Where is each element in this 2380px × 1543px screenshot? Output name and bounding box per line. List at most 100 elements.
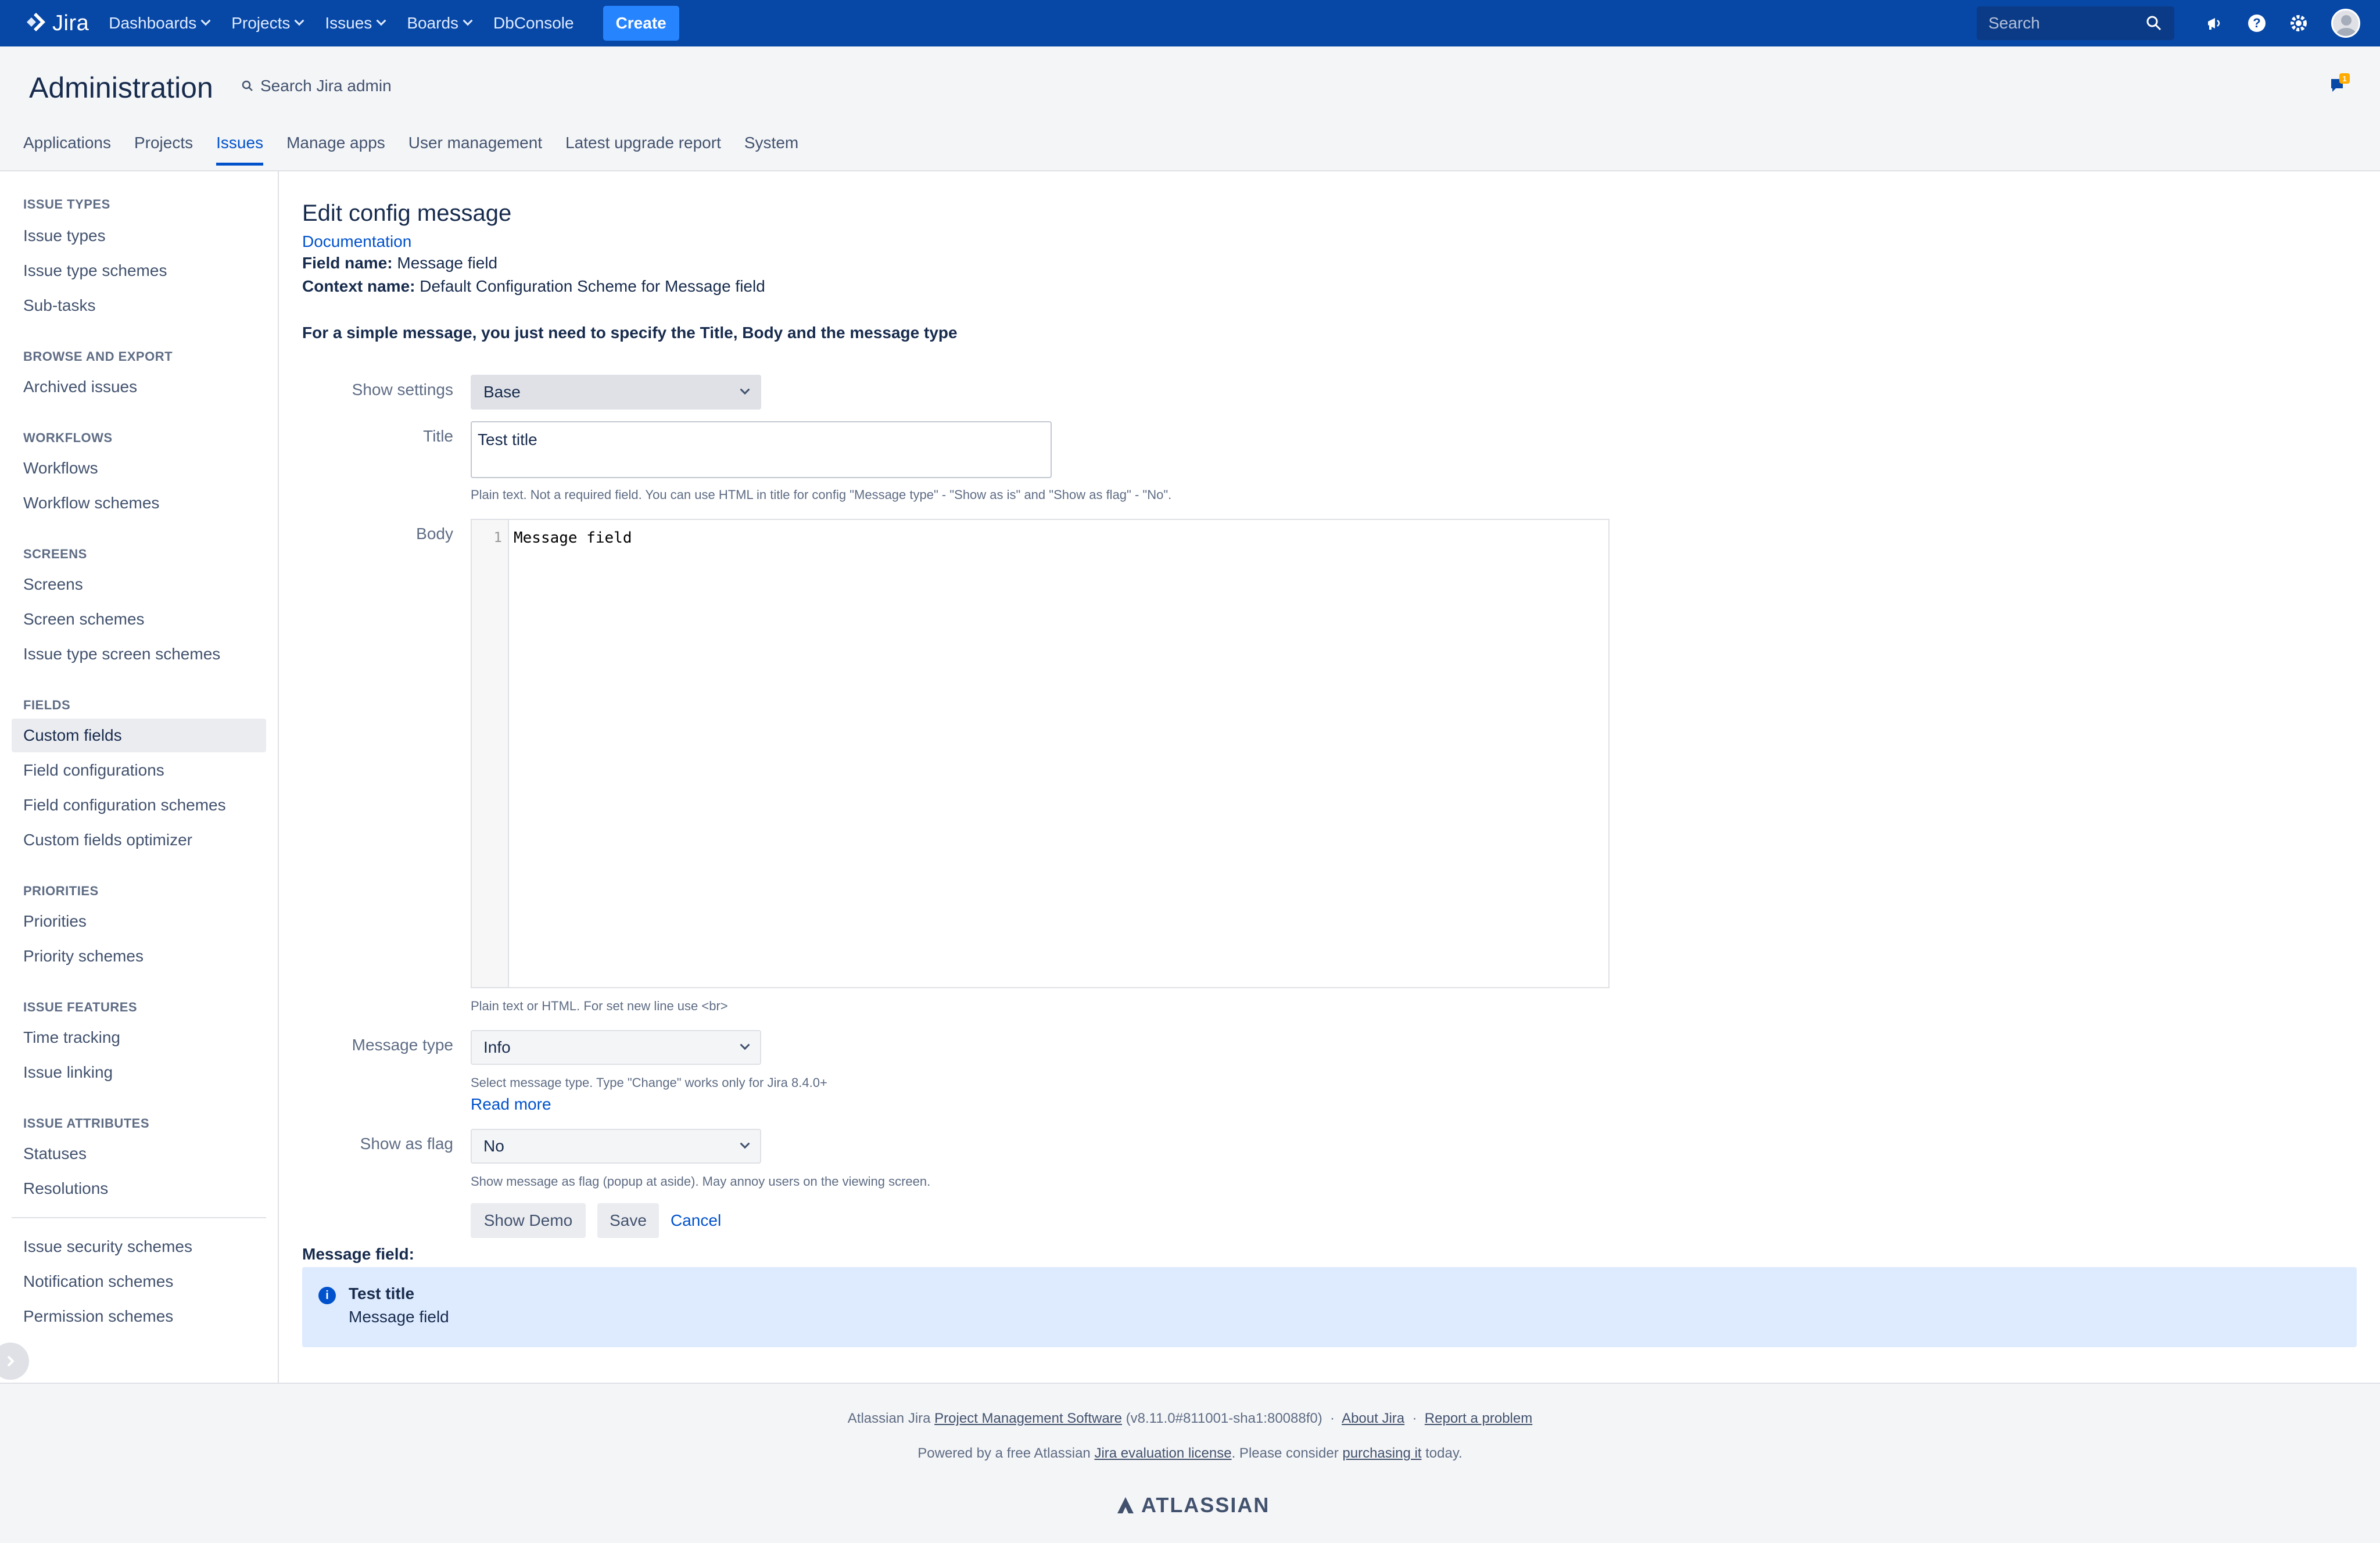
sidebar-item-time-tracking[interactable]: Time tracking [12, 1021, 266, 1054]
title-textarea[interactable]: Test title [471, 421, 1052, 478]
sidebar-item-workflows[interactable]: Workflows [12, 451, 266, 485]
read-more-link[interactable]: Read more [471, 1095, 551, 1114]
chevron-down-icon [740, 1139, 750, 1149]
search-icon [2146, 16, 2162, 31]
nav-dashboards[interactable]: Dashboards [109, 14, 211, 33]
top-navigation-bar: Jira Dashboards Projects Issues Boards D… [0, 0, 2380, 46]
sidebar-section-issue-features: ISSUE FEATURES [23, 1000, 138, 1014]
sidebar-item-screens[interactable]: Screens [12, 568, 266, 601]
show-as-flag-value: No [483, 1137, 504, 1155]
context-name-line: Context name: Default Configuration Sche… [302, 277, 765, 296]
report-problem-link[interactable]: Report a problem [1425, 1411, 1532, 1426]
sidebar-item-workflow-schemes[interactable]: Workflow schemes [12, 486, 266, 520]
jira-logo[interactable]: Jira [23, 10, 89, 36]
search-placeholder: Search [1988, 14, 2040, 32]
tab-latest-upgrade-report[interactable]: Latest upgrade report [565, 134, 721, 166]
sidebar-item-priority-schemes[interactable]: Priority schemes [12, 939, 266, 973]
megaphone-icon[interactable] [2203, 12, 2227, 35]
show-as-flag-help-text: Show message as flag (popup at aside). M… [471, 1174, 931, 1189]
show-settings-select[interactable]: Base [471, 375, 761, 410]
footer-consider: . Please consider [1231, 1445, 1339, 1461]
create-button[interactable]: Create [603, 6, 679, 41]
purchasing-link[interactable]: purchasing it [1342, 1445, 1421, 1461]
atlassian-logo[interactable]: ATLASSIAN [1116, 1493, 1270, 1517]
sidebar-section-issue-types: ISSUE TYPES [23, 197, 110, 211]
tab-projects[interactable]: Projects [134, 134, 193, 166]
tab-user-management[interactable]: User management [408, 134, 542, 166]
project-management-link[interactable]: Project Management Software [934, 1411, 1122, 1426]
sidebar-divider [12, 1217, 266, 1218]
field-name-value: Message field [397, 254, 498, 272]
sidebar-item-screen-schemes[interactable]: Screen schemes [12, 602, 266, 636]
info-icon: i [318, 1287, 336, 1304]
message-type-select[interactable]: Info [471, 1030, 761, 1065]
body-code-line: Message field [514, 529, 632, 547]
message-type-help-text: Select message type. Type "Change" works… [471, 1075, 827, 1090]
sidebar-item-custom-fields-optimizer[interactable]: Custom fields optimizer [12, 823, 266, 857]
simple-message-hint: For a simple message, you just need to s… [302, 324, 958, 342]
title-label: Title [423, 427, 453, 445]
footer-line-2: Powered by a free Atlassian Jira evaluat… [0, 1445, 2380, 1462]
cancel-link[interactable]: Cancel [671, 1211, 721, 1230]
search-jira-admin[interactable]: Search Jira admin [241, 77, 392, 95]
search-icon [242, 80, 253, 91]
sidebar-item-statuses[interactable]: Statuses [12, 1137, 266, 1171]
notification-icon[interactable]: 1 [2328, 73, 2351, 96]
info-message-title: Test title [349, 1284, 415, 1302]
chevron-down-icon [740, 385, 750, 395]
atlassian-logo-icon [1117, 1497, 1134, 1513]
sidebar-item-notification-schemes[interactable]: Notification schemes [12, 1265, 266, 1298]
logo-text: Jira [52, 10, 89, 35]
nav-dbconsole[interactable]: DbConsole [493, 14, 574, 33]
sidebar-item-issue-types[interactable]: Issue types [12, 219, 266, 253]
tab-applications[interactable]: Applications [23, 134, 111, 166]
sidebar-section-issue-attributes: ISSUE ATTRIBUTES [23, 1116, 150, 1131]
sidebar-item-permission-schemes[interactable]: Permission schemes [12, 1300, 266, 1333]
sidebar-item-issue-type-screen-schemes[interactable]: Issue type screen schemes [12, 637, 266, 671]
tab-issues[interactable]: Issues [216, 134, 264, 166]
footer-today: today. [1425, 1445, 1463, 1461]
sidebar-item-resolutions[interactable]: Resolutions [12, 1172, 266, 1205]
sidebar-item-priorities[interactable]: Priorities [12, 905, 266, 938]
context-name-label: Context name: [302, 277, 415, 295]
sidebar-item-sub-tasks[interactable]: Sub-tasks [12, 289, 266, 322]
sidebar-item-custom-fields[interactable]: Custom fields [12, 719, 266, 752]
nav-issues-label: Issues [325, 14, 372, 32]
admin-tabs: Applications Projects Issues Manage apps… [23, 134, 822, 166]
nav-issues[interactable]: Issues [325, 14, 386, 33]
footer-line-1: Atlassian Jira Project Management Softwa… [847, 1411, 1533, 1426]
show-demo-button[interactable]: Show Demo [471, 1203, 586, 1238]
preview-label: Message field: [302, 1245, 414, 1263]
nav-projects[interactable]: Projects [231, 14, 304, 33]
global-search-input[interactable]: Search [1977, 6, 2174, 40]
page-title: Administration [29, 71, 213, 104]
sidebar-item-issue-linking[interactable]: Issue linking [12, 1056, 266, 1089]
sidebar-section-priorities: PRIORITIES [23, 884, 99, 898]
sidebar-item-field-configurations[interactable]: Field configurations [12, 753, 266, 787]
about-jira-link[interactable]: About Jira [1342, 1411, 1404, 1426]
gear-icon[interactable] [2287, 12, 2310, 35]
save-button[interactable]: Save [597, 1203, 659, 1238]
evaluation-license-link[interactable]: Jira evaluation license [1094, 1445, 1231, 1461]
sidebar-item-issue-security-schemes[interactable]: Issue security schemes [12, 1230, 266, 1264]
sidebar-item-issue-type-schemes[interactable]: Issue type schemes [12, 254, 266, 288]
show-settings-label: Show settings [352, 381, 453, 399]
body-help-text: Plain text or HTML. For set new line use… [471, 999, 728, 1013]
field-name-label: Field name: [302, 254, 393, 272]
documentation-link[interactable]: Documentation [302, 232, 411, 251]
body-code-editor[interactable]: 1 Message field [471, 519, 1610, 988]
user-avatar[interactable] [2331, 9, 2360, 38]
tab-system[interactable]: System [744, 134, 798, 166]
help-icon[interactable]: ? [2245, 12, 2268, 35]
sidebar-collapse-button[interactable] [0, 1343, 29, 1380]
info-message-body: Message field [349, 1308, 449, 1326]
svg-text:?: ? [2253, 16, 2260, 30]
sidebar-item-field-configuration-schemes[interactable]: Field configuration schemes [12, 788, 266, 822]
chevron-down-icon [376, 16, 386, 26]
nav-boards[interactable]: Boards [407, 14, 473, 33]
tab-manage-apps[interactable]: Manage apps [286, 134, 385, 166]
show-as-flag-select[interactable]: No [471, 1129, 761, 1164]
sidebar-section-workflows: WORKFLOWS [23, 430, 113, 445]
sidebar-item-archived-issues[interactable]: Archived issues [12, 370, 266, 404]
admin-sidebar: ISSUE TYPES Issue types Issue type schem… [0, 171, 279, 1383]
